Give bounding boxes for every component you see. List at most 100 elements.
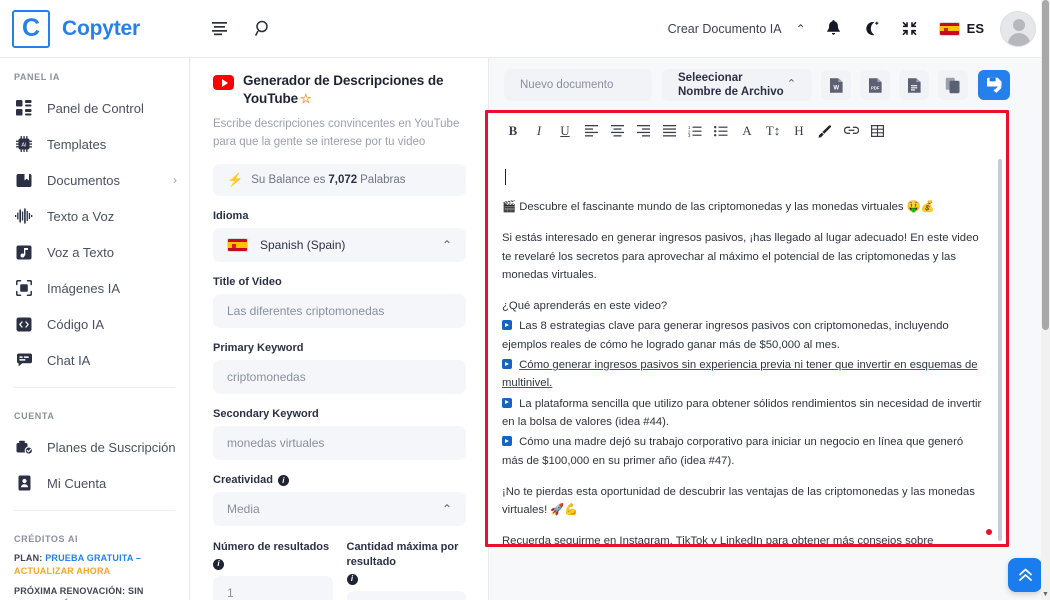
sidebar-section-credits: CRÉDITOS AI: [14, 534, 79, 544]
sidebar-item-label: Templates: [47, 136, 107, 152]
link-icon[interactable]: [838, 125, 864, 137]
sidebar-item-label: Código IA: [47, 316, 105, 332]
heading-icon[interactable]: H: [786, 123, 812, 139]
sidebar-item-panel-de-control[interactable]: Panel de Control: [0, 90, 189, 126]
label-cantidad-maxima: Cantidad máxima por resultado i: [346, 540, 467, 585]
info-icon[interactable]: i: [277, 474, 289, 486]
export-word-button[interactable]: W: [821, 70, 851, 100]
brand-logo-icon: C: [12, 9, 50, 48]
list-lines-icon[interactable]: [212, 21, 229, 36]
document-bullet: La plataforma sencilla que utilizo para …: [502, 395, 984, 432]
underline-icon[interactable]: U: [552, 123, 578, 139]
sidebar-item-label: Mi Cuenta: [47, 475, 107, 491]
chevron-up-icon: ⌃: [786, 78, 796, 91]
table-icon[interactable]: [864, 125, 890, 137]
sidebar-item-chat-ia[interactable]: Chat IA: [0, 342, 189, 378]
status-dot: [986, 529, 992, 535]
top-header-icons: [212, 20, 272, 37]
heading-text: Descubre el fascinante mundo de las crip…: [519, 201, 935, 213]
num-results-group: Número de resultados i 1: [213, 540, 333, 600]
select-filename-dropdown[interactable]: Seleecionar Nombre de Archivo ⌃: [662, 69, 812, 101]
export-pdf-button[interactable]: PDF: [860, 70, 890, 100]
label-creatividad: Creatividad i: [213, 474, 466, 486]
secondary-keyword-input[interactable]: monedas virtuales: [213, 426, 466, 461]
sidebar-item-documentos[interactable]: Documentos ›: [0, 162, 189, 198]
bullet-text: Cómo generar ingresos pasivos sin experi…: [502, 359, 978, 390]
sidebar-item-templates[interactable]: AI Templates: [0, 126, 189, 162]
tool-form-panel: Generador de Descripciones de YouTube ☆ E…: [191, 58, 489, 600]
language-code[interactable]: ES: [967, 21, 984, 36]
num-results-input[interactable]: 1: [213, 575, 333, 600]
language-select-value: Spanish (Spain): [260, 238, 346, 253]
max-amount-input[interactable]: 100: [346, 590, 466, 600]
bell-icon[interactable]: [826, 20, 841, 37]
language-select[interactable]: Spanish (Spain) ⌃: [213, 228, 466, 263]
new-document-button[interactable]: Nuevo documento: [504, 69, 652, 101]
chevron-up-icon[interactable]: ⌃: [796, 22, 806, 36]
star-icon[interactable]: ☆: [300, 91, 312, 106]
info-icon[interactable]: i: [213, 558, 224, 570]
bullet-text: La plataforma sencilla que utilizo para …: [502, 397, 982, 428]
font-family-icon[interactable]: A: [734, 123, 760, 139]
scroll-down-arrow-icon[interactable]: ▼: [1041, 591, 1050, 600]
bullet-text: Las 8 estrategias clave para generar ing…: [502, 320, 949, 351]
font-size-icon[interactable]: T↕: [760, 123, 786, 139]
italic-icon[interactable]: I: [526, 123, 552, 139]
balance-banner: ⚡ Su Balance es 7,072 Palabras: [213, 164, 466, 197]
app-root: C Copyter Crear Documento IA ⌃ ES PANEL …: [0, 0, 1050, 600]
title-of-video-input[interactable]: Las diferentes criptomonedas: [213, 294, 466, 329]
document-bullet: Cómo una madre dejó su trabajo corporati…: [502, 433, 984, 470]
creativity-select[interactable]: Media ⌃: [213, 492, 466, 527]
play-bullet-icon: [502, 359, 512, 370]
moon-icon[interactable]: [863, 20, 880, 37]
plan-upgrade-link[interactable]: ACTUALIZAR AHORA: [14, 566, 110, 576]
page-scrollbar[interactable]: ▲ ▼: [1041, 0, 1050, 600]
sidebar-item-label: Voz a Texto: [47, 244, 114, 260]
collapse-icon[interactable]: [902, 21, 917, 36]
label-primary-keyword: Primary Keyword: [213, 342, 304, 355]
align-right-icon[interactable]: [630, 125, 656, 137]
avatar[interactable]: [1000, 10, 1036, 47]
document-bullet: Las 8 estrategias clave para generar ing…: [502, 317, 984, 354]
sidebar-item-mi-cuenta[interactable]: Mi Cuenta: [0, 465, 189, 501]
ordered-list-icon[interactable]: 123: [682, 125, 708, 137]
export-text-button[interactable]: [899, 70, 929, 100]
editor-panel: Nuevo documento Seleecionar Nombre de Ar…: [485, 58, 1050, 600]
sidebar-item-label: Panel de Control: [47, 100, 144, 116]
sidebar-item-codigo-ia[interactable]: Código IA: [0, 306, 189, 342]
renewal-line: PRÓXIMA RENOVACIÓN: SIN RENOVACIÓN: [14, 586, 144, 600]
save-document-button[interactable]: [978, 70, 1010, 100]
create-document-button[interactable]: Crear Documento IA: [668, 22, 782, 36]
sidebar-item-voz-a-texto[interactable]: Voz a Texto: [0, 234, 189, 270]
editor-scrollbar[interactable]: [998, 159, 1002, 541]
align-center-icon[interactable]: [604, 125, 630, 137]
document-toolbar: Nuevo documento Seleecionar Nombre de Ar…: [490, 58, 1050, 104]
scroll-to-top-button[interactable]: [1008, 558, 1042, 592]
sidebar-item-label: Texto a Voz: [47, 208, 115, 224]
page-scrollbar-thumb[interactable]: [1042, 0, 1049, 330]
sidebar-item-label: Imágenes IA: [47, 280, 120, 296]
sidebar-divider-1: [14, 387, 175, 388]
align-justify-icon[interactable]: [656, 125, 682, 137]
sidebar-item-planes-de-suscripcion[interactable]: Planes de Suscripción: [0, 429, 189, 465]
info-icon[interactable]: i: [346, 573, 358, 585]
align-left-icon[interactable]: [578, 125, 604, 137]
highlight-icon[interactable]: [812, 124, 838, 138]
document-content[interactable]: 🎬 Descubre el fascinante mundo de las cr…: [488, 153, 1006, 544]
bolt-icon: ⚡: [227, 172, 244, 188]
label-numero-de-resultados: Número de resultados i: [213, 540, 333, 570]
dashboard-icon: [14, 98, 34, 118]
bullet-list-icon[interactable]: [708, 125, 734, 137]
primary-keyword-input[interactable]: criptomonedas: [213, 360, 466, 395]
search-icon[interactable]: [255, 20, 272, 37]
sidebar-item-texto-a-voz[interactable]: Texto a Voz: [0, 198, 189, 234]
top-header-right: Crear Documento IA ⌃ ES: [668, 10, 1050, 47]
bold-icon[interactable]: B: [500, 123, 526, 139]
sidebar-item-label: Planes de Suscripción: [47, 439, 176, 455]
copy-button[interactable]: [938, 70, 968, 100]
mic-note-icon: [14, 242, 34, 262]
sidebar: PANEL IA Panel de Control AI Templates D…: [0, 58, 190, 600]
brand[interactable]: C Copyter: [0, 9, 190, 48]
sidebar-item-imagenes-ia[interactable]: Imágenes IA: [0, 270, 189, 306]
chevron-right-icon: ›: [173, 173, 177, 187]
